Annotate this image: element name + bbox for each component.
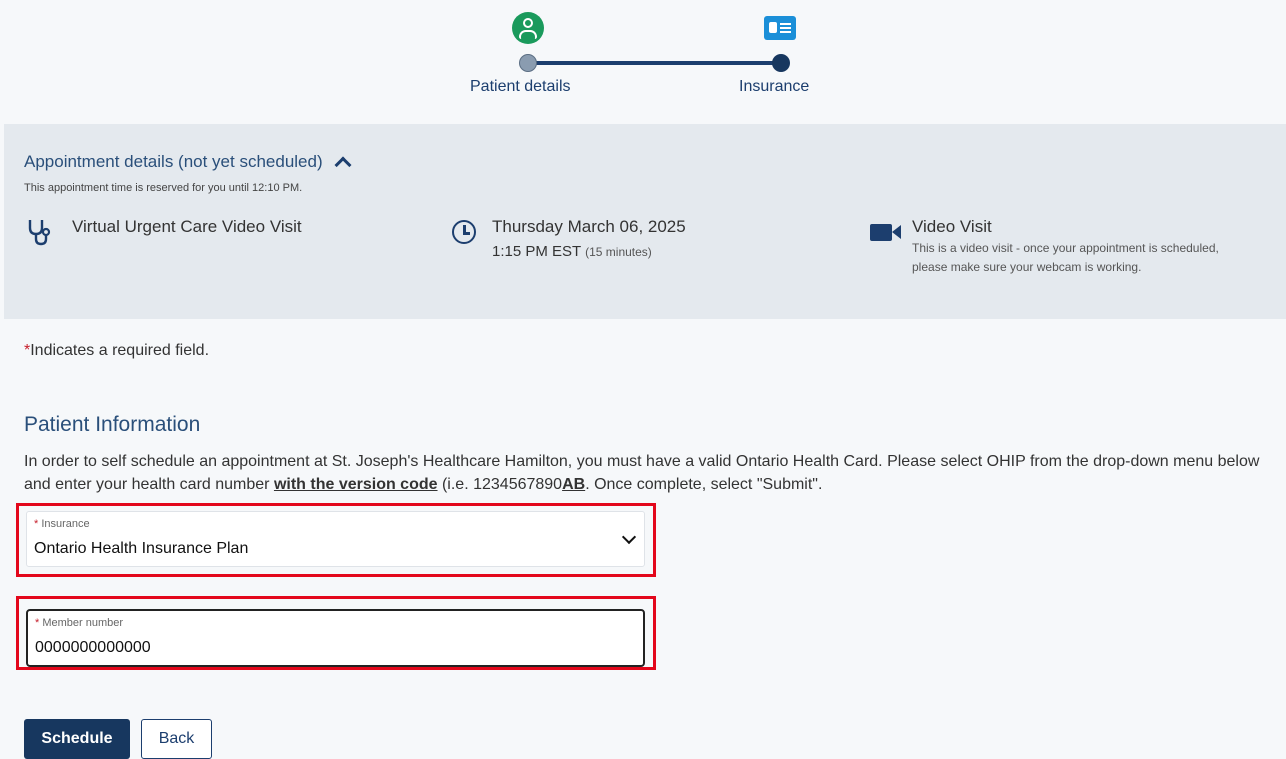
step-dot-patient-details[interactable] [519,54,537,72]
step-label-insurance: Insurance [739,78,810,95]
appointment-duration: (15 minutes) [585,245,652,259]
member-number-label-text: Member number [42,617,124,629]
insurance-value: Ontario Health Insurance Plan [34,540,249,557]
required-star: * [35,617,40,629]
appointment-details-panel: Appointment details (not yet scheduled) … [4,124,1286,319]
step-dot-insurance [772,54,790,72]
instructions-version-code: AB [562,476,586,493]
insurance-label: * Insurance [34,518,90,530]
instructions-part3: . Once complete, select "Submit". [585,476,823,493]
progress-stepper: Patient details Insurance [0,0,1286,122]
appointment-details-title: Appointment details (not yet scheduled) [24,152,323,171]
stethoscope-icon [28,220,51,246]
member-number-value[interactable]: 0000000000000 [35,639,151,657]
insurance-select[interactable]: * Insurance Ontario Health Insurance Pla… [26,511,645,567]
insurance-label-text: Insurance [41,518,90,530]
instructions-part2: (i.e. 1234567890 [437,476,563,493]
instructions-emphasis: with the version code [273,476,438,493]
appointment-date: Thursday March 06, 2025 [492,217,686,236]
appointment-details-toggle[interactable]: Appointment details (not yet scheduled) [24,152,352,174]
clock-icon [452,220,476,244]
visit-mode-title: Video Visit [912,217,992,236]
visit-type: Virtual Urgent Care Video Visit [72,217,302,236]
video-camera-icon [870,224,901,241]
step-label-patient-details[interactable]: Patient details [470,78,571,96]
chevron-up-icon[interactable] [334,156,352,174]
reservation-note: This appointment time is reserved for yo… [24,182,303,194]
member-number-field[interactable]: * Member number 0000000000000 [26,609,645,667]
id-card-icon [764,16,796,40]
required-field-note: *Indicates a required field. [24,342,209,360]
section-title: Patient Information [24,413,201,436]
appointment-time-row: 1:15 PM EST (15 minutes) [492,243,686,260]
required-star: * [34,518,39,530]
instructions-text: In order to self schedule an appointment… [24,450,1264,496]
visit-mode-description: This is a video visit - once your appoin… [912,241,1219,274]
stepper-line [528,61,781,65]
appointment-time: 1:15 PM EST [492,243,581,260]
required-note-text: Indicates a required field. [30,342,210,359]
back-button[interactable]: Back [141,719,212,759]
schedule-button[interactable]: Schedule [24,719,130,759]
chevron-down-icon[interactable] [621,529,637,545]
person-icon [512,12,544,44]
member-number-label: * Member number [35,617,123,629]
